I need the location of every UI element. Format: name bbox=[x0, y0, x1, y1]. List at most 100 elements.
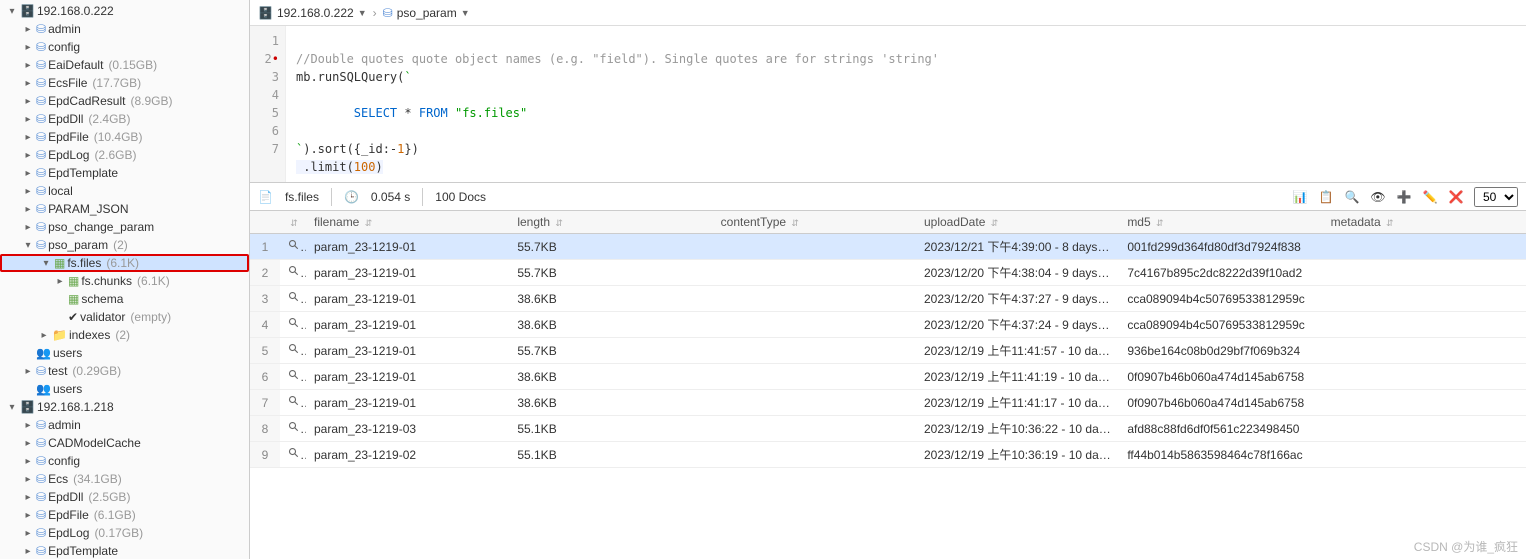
col-view[interactable]: ⇵ bbox=[280, 211, 306, 234]
table-row[interactable]: 5param_23-1219-0155.7KB2023/12/19 上午11:4… bbox=[250, 338, 1526, 364]
query-editor[interactable]: 12•34567 //Double quotes quote object na… bbox=[250, 26, 1526, 183]
breadcrumb-db[interactable]: ⛁ pso_param ▼ bbox=[383, 6, 470, 20]
col-metadata[interactable]: metadata ⇵ bbox=[1323, 211, 1526, 234]
tree-twisty-icon[interactable]: ▸ bbox=[22, 42, 34, 53]
cell-contentType bbox=[713, 338, 916, 364]
tree-twisty-icon[interactable]: ▸ bbox=[22, 150, 34, 161]
tree-item-pso-param[interactable]: ▾⛁pso_param(2) bbox=[0, 236, 249, 254]
table-row[interactable]: 2param_23-1219-0155.7KB2023/12/20 下午4:38… bbox=[250, 260, 1526, 286]
tree-item-ecsfile[interactable]: ▸⛁EcsFile(17.7GB) bbox=[0, 74, 249, 92]
tree-twisty-icon[interactable]: ▸ bbox=[22, 132, 34, 143]
tree-item-param-json[interactable]: ▸⛁PARAM_JSON bbox=[0, 200, 249, 218]
tree-twisty-icon[interactable]: ▾ bbox=[40, 258, 52, 269]
view-row-button[interactable] bbox=[280, 442, 306, 468]
tree-twisty-icon[interactable]: ▸ bbox=[38, 330, 50, 341]
tree-twisty-icon[interactable]: ▾ bbox=[22, 240, 34, 251]
table-row[interactable]: 1param_23-1219-0155.7KB2023/12/21 下午4:39… bbox=[250, 234, 1526, 260]
tree-item-config[interactable]: ▸⛁config bbox=[0, 38, 249, 56]
tree-twisty-icon[interactable]: ▸ bbox=[22, 528, 34, 539]
col-length[interactable]: length ⇵ bbox=[509, 211, 712, 234]
view-row-button[interactable] bbox=[280, 338, 306, 364]
tree-twisty-icon[interactable]: ▸ bbox=[22, 546, 34, 557]
tree-twisty-icon[interactable]: ▸ bbox=[22, 456, 34, 467]
tree-item-test[interactable]: ▸⛁test(0.29GB) bbox=[0, 362, 249, 380]
table-row[interactable]: 8param_23-1219-0355.1KB2023/12/19 上午10:3… bbox=[250, 416, 1526, 442]
tree-item-epddll[interactable]: ▸⛁EpdDll(2.4GB) bbox=[0, 110, 249, 128]
connection-tree[interactable]: ▾🗄️192.168.0.222▸⛁admin▸⛁config▸⛁EaiDefa… bbox=[0, 0, 250, 559]
view-row-button[interactable] bbox=[280, 286, 306, 312]
tree-twisty-icon[interactable]: ▸ bbox=[22, 60, 34, 71]
clock-icon: 🕒 bbox=[344, 190, 359, 204]
tree-twisty-icon[interactable]: ▸ bbox=[22, 96, 34, 107]
tree-twisty-icon[interactable]: ▸ bbox=[22, 204, 34, 215]
col-contentType[interactable]: contentType ⇵ bbox=[713, 211, 916, 234]
tree-item-config[interactable]: ▸⛁config bbox=[0, 452, 249, 470]
tree-twisty-icon[interactable]: ▸ bbox=[22, 114, 34, 125]
view-row-button[interactable] bbox=[280, 260, 306, 286]
search-icon[interactable]: 🔍 bbox=[1344, 189, 1360, 205]
tree-twisty-icon[interactable]: ▸ bbox=[22, 222, 34, 233]
tree-item-pso-change-param[interactable]: ▸⛁pso_change_param bbox=[0, 218, 249, 236]
code-line: //Double quotes quote object names (e.g.… bbox=[296, 52, 939, 66]
tree-twisty-icon[interactable]: ▸ bbox=[22, 492, 34, 503]
tree-item-indexes[interactable]: ▸📁indexes(2) bbox=[0, 326, 249, 344]
view-row-button[interactable] bbox=[280, 416, 306, 442]
edit-icon[interactable]: ✏️ bbox=[1422, 189, 1438, 205]
tree-item-epdfile[interactable]: ▸⛁EpdFile(6.1GB) bbox=[0, 506, 249, 524]
tree-twisty-icon[interactable]: ▸ bbox=[22, 438, 34, 449]
tree-item-epdfile[interactable]: ▸⛁EpdFile(10.4GB) bbox=[0, 128, 249, 146]
tree-item-eaidefault[interactable]: ▸⛁EaiDefault(0.15GB) bbox=[0, 56, 249, 74]
tree-twisty-icon[interactable]: ▸ bbox=[54, 276, 66, 287]
col-filename[interactable]: filename ⇵ bbox=[306, 211, 509, 234]
tree-item-local[interactable]: ▸⛁local bbox=[0, 182, 249, 200]
view-row-button[interactable] bbox=[280, 390, 306, 416]
view-row-button[interactable] bbox=[280, 234, 306, 260]
table-row[interactable]: 6param_23-1219-0138.6KB2023/12/19 上午11:4… bbox=[250, 364, 1526, 390]
tree-item-epdtemplate[interactable]: ▸⛁EpdTemplate bbox=[0, 164, 249, 182]
db-icon: ⛁ bbox=[36, 490, 46, 504]
table-row[interactable]: 3param_23-1219-0138.6KB2023/12/20 下午4:37… bbox=[250, 286, 1526, 312]
tree-item-epdcadresult[interactable]: ▸⛁EpdCadResult(8.9GB) bbox=[0, 92, 249, 110]
view-row-button[interactable] bbox=[280, 364, 306, 390]
tree-item-epdtemplate[interactable]: ▸⛁EpdTemplate bbox=[0, 542, 249, 559]
tree-item-192-168-0-222[interactable]: ▾🗄️192.168.0.222 bbox=[0, 2, 249, 20]
tree-item-epddll[interactable]: ▸⛁EpdDll(2.5GB) bbox=[0, 488, 249, 506]
export-icon[interactable]: 📊 bbox=[1292, 189, 1308, 205]
tree-item-ecs[interactable]: ▸⛁Ecs(34.1GB) bbox=[0, 470, 249, 488]
tree-item-cadmodelcache[interactable]: ▸⛁CADModelCache bbox=[0, 434, 249, 452]
tree-item-epdlog[interactable]: ▸⛁EpdLog(2.6GB) bbox=[0, 146, 249, 164]
table-row[interactable]: 9param_23-1219-0255.1KB2023/12/19 上午10:3… bbox=[250, 442, 1526, 468]
tree-twisty-icon[interactable]: ▸ bbox=[22, 168, 34, 179]
table-row[interactable]: 4param_23-1219-0138.6KB2023/12/20 下午4:37… bbox=[250, 312, 1526, 338]
tree-twisty-icon[interactable]: ▸ bbox=[22, 420, 34, 431]
tree-twisty-icon[interactable]: ▸ bbox=[22, 474, 34, 485]
tree-item-192-168-1-218[interactable]: ▾🗄️192.168.1.218 bbox=[0, 398, 249, 416]
tree-twisty-icon[interactable]: ▾ bbox=[6, 6, 18, 17]
tree-twisty-icon[interactable]: ▸ bbox=[22, 366, 34, 377]
copy-icon[interactable]: 📋 bbox=[1318, 189, 1334, 205]
add-icon[interactable]: ➕ bbox=[1396, 189, 1412, 205]
col-md5[interactable]: md5 ⇵ bbox=[1119, 211, 1322, 234]
tree-twisty-icon[interactable]: ▸ bbox=[22, 24, 34, 35]
code-area[interactable]: //Double quotes quote object names (e.g.… bbox=[286, 26, 1526, 182]
tree-twisty-icon[interactable]: ▸ bbox=[22, 510, 34, 521]
tree-twisty-icon[interactable]: ▸ bbox=[22, 78, 34, 89]
breadcrumb-server[interactable]: 🗄️ 192.168.0.222 ▼ bbox=[258, 6, 367, 20]
tree-item-validator[interactable]: ✔validator(empty) bbox=[0, 308, 249, 326]
delete-icon[interactable]: ❌ bbox=[1448, 189, 1464, 205]
col-uploadDate[interactable]: uploadDate ⇵ bbox=[916, 211, 1119, 234]
tree-item-fs-chunks[interactable]: ▸▦fs.chunks(6.1K) bbox=[0, 272, 249, 290]
tree-item-schema[interactable]: ▦schema bbox=[0, 290, 249, 308]
tree-item-users[interactable]: 👥users bbox=[0, 380, 249, 398]
tree-item-admin[interactable]: ▸⛁admin bbox=[0, 20, 249, 38]
view-icon[interactable]: 👁 bbox=[1370, 189, 1386, 205]
limit-select[interactable]: 50 bbox=[1474, 187, 1518, 207]
tree-item-fs-files[interactable]: ▾▦fs.files(6.1K) bbox=[0, 254, 249, 272]
tree-item-admin[interactable]: ▸⛁admin bbox=[0, 416, 249, 434]
tree-item-users[interactable]: 👥users bbox=[0, 344, 249, 362]
tree-twisty-icon[interactable]: ▸ bbox=[22, 186, 34, 197]
tree-twisty-icon[interactable]: ▾ bbox=[6, 402, 18, 413]
view-row-button[interactable] bbox=[280, 312, 306, 338]
tree-item-epdlog[interactable]: ▸⛁EpdLog(0.17GB) bbox=[0, 524, 249, 542]
table-row[interactable]: 7param_23-1219-0138.6KB2023/12/19 上午11:4… bbox=[250, 390, 1526, 416]
